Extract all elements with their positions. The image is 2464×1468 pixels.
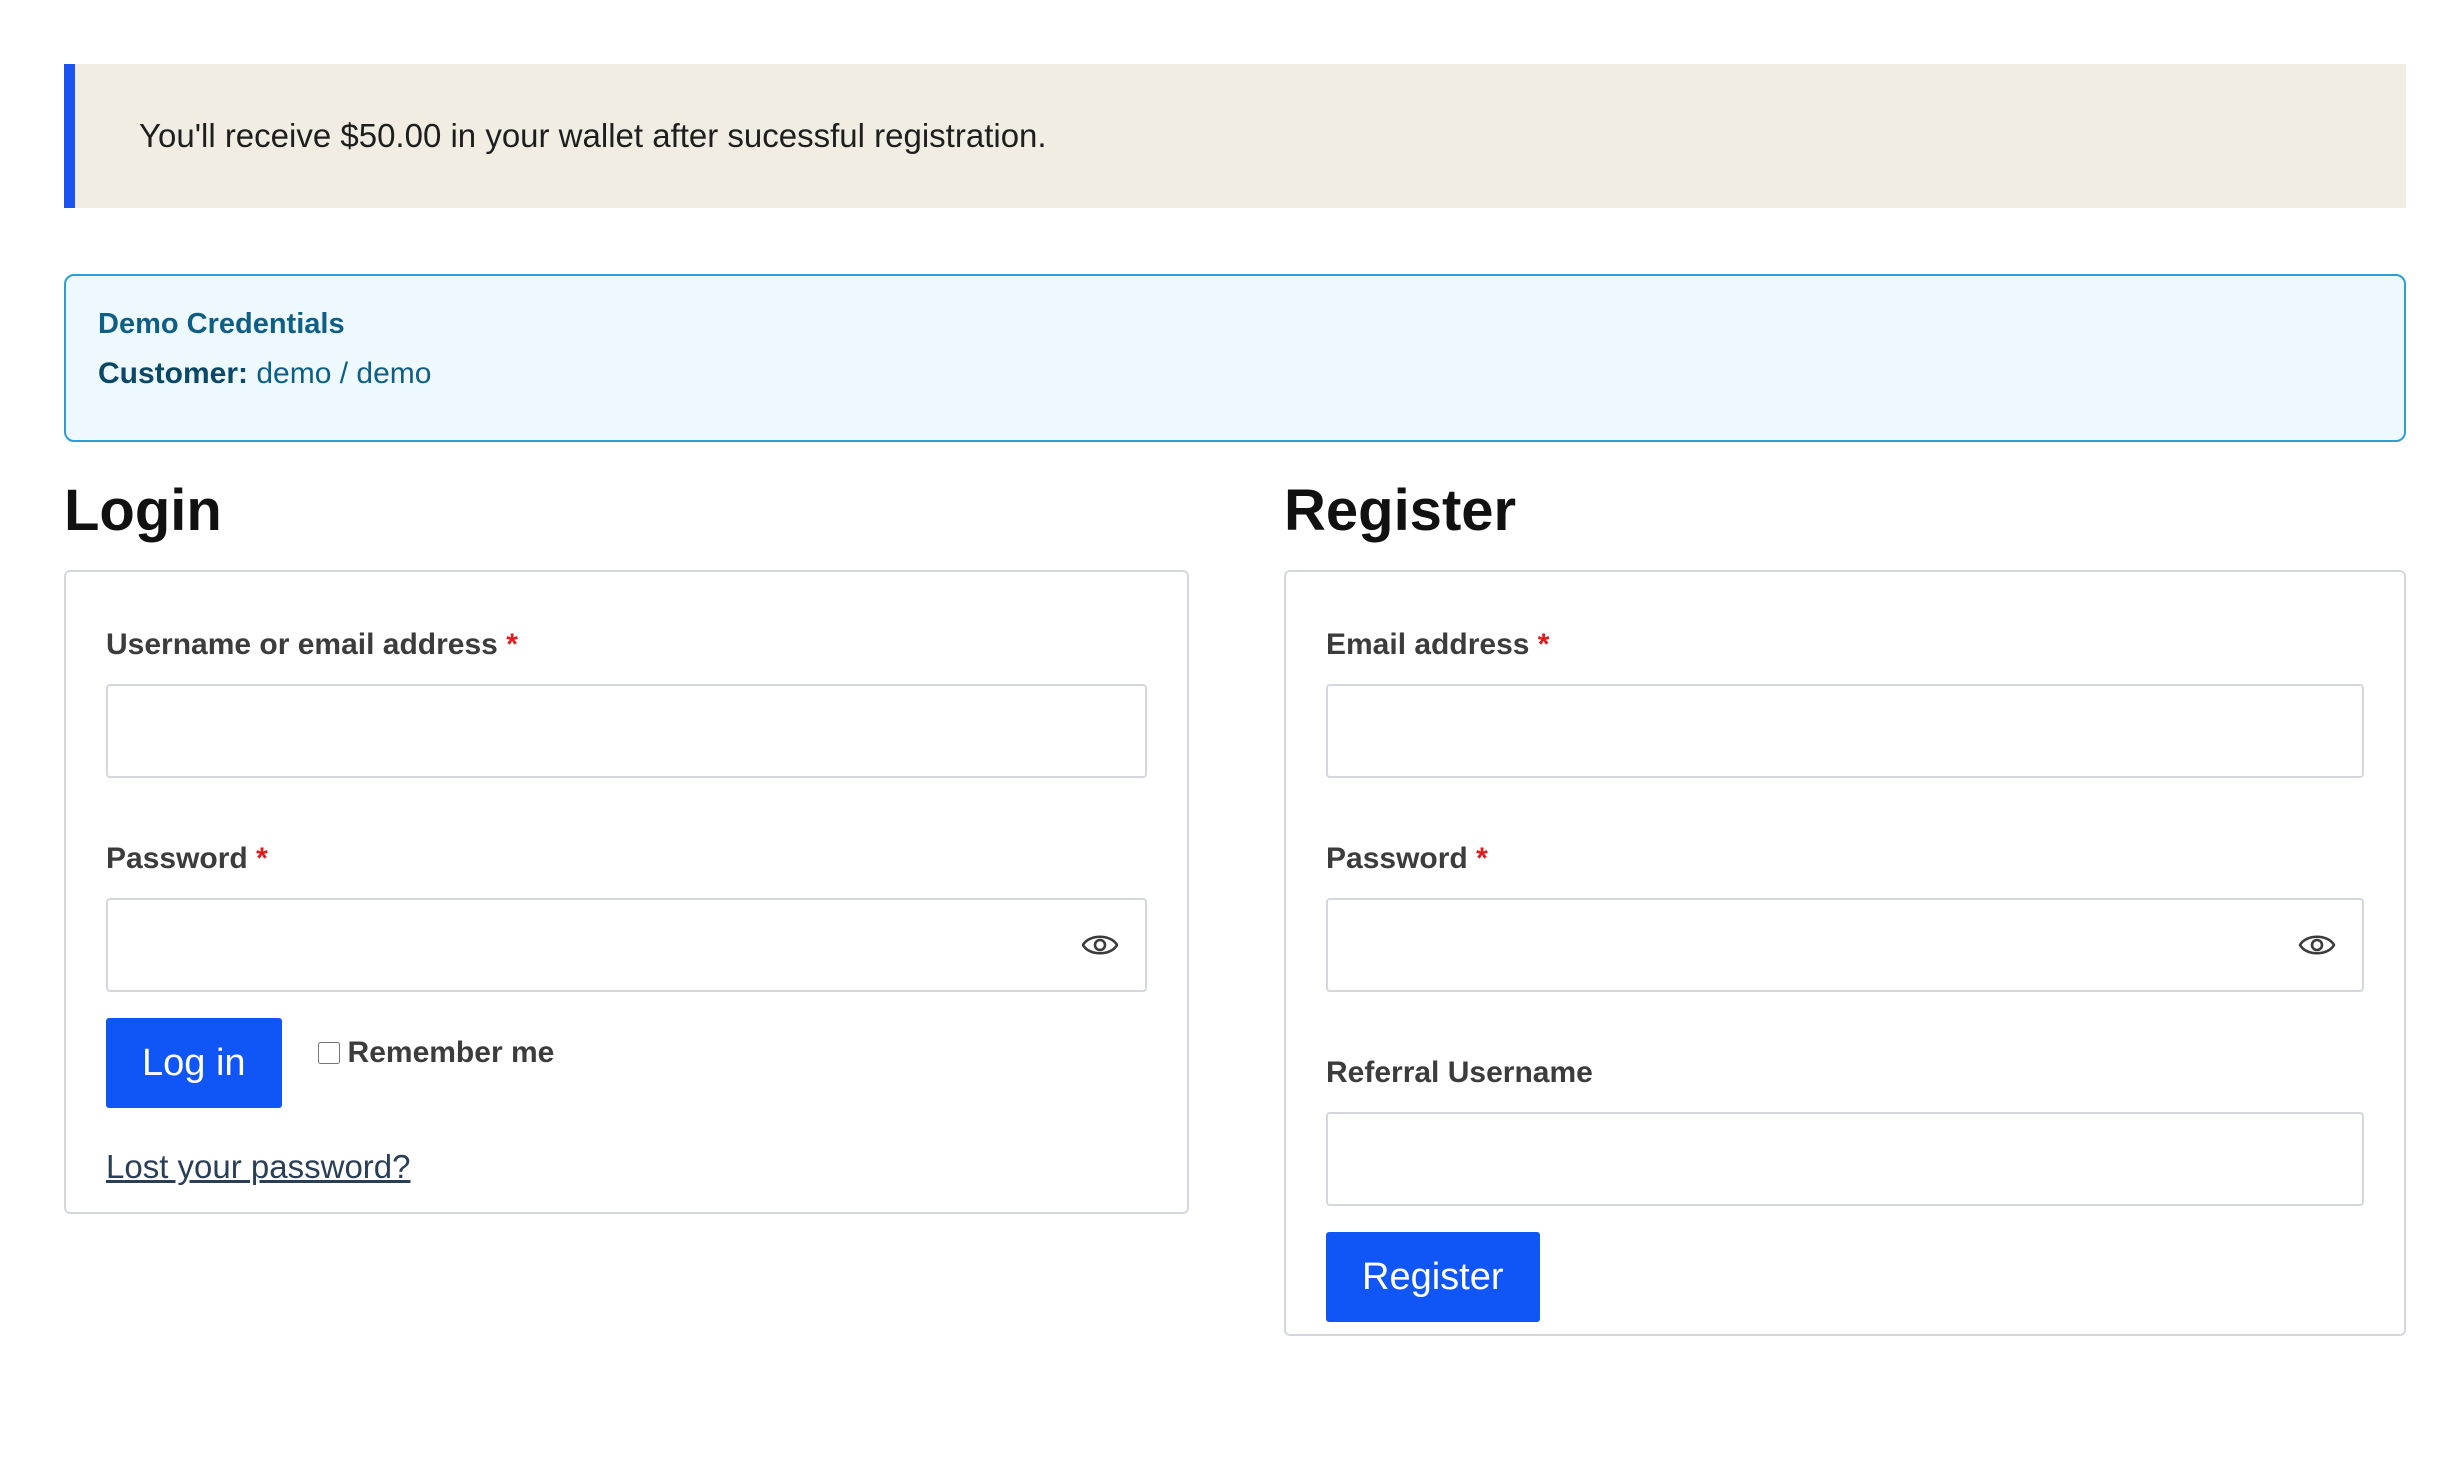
wallet-notice-text: You'll receive $50.00 in your wallet aft… bbox=[139, 117, 1047, 154]
required-mark: * bbox=[506, 628, 518, 661]
demo-customer-label: Customer: bbox=[98, 357, 249, 390]
username-label: Username or email address * bbox=[106, 630, 1147, 660]
login-column: Login Username or email address * Passwo… bbox=[64, 482, 1189, 1214]
eye-icon[interactable] bbox=[1081, 929, 1119, 961]
email-label-text: Email address bbox=[1326, 628, 1530, 661]
login-password-label: Password * bbox=[106, 844, 1147, 874]
eye-icon[interactable] bbox=[2298, 929, 2336, 961]
register-password-field-wrap bbox=[1326, 898, 2364, 992]
login-password-label-text: Password bbox=[106, 842, 248, 875]
login-title: Login bbox=[64, 478, 222, 543]
register-password-input[interactable] bbox=[1328, 900, 2362, 990]
remember-me[interactable]: Remember me bbox=[317, 1036, 555, 1070]
remember-me-label: Remember me bbox=[347, 1036, 555, 1069]
login-button[interactable]: Log in bbox=[106, 1018, 282, 1108]
lost-password-link[interactable]: Lost your password? bbox=[106, 1148, 411, 1186]
demo-credentials-box: Demo Credentials Customer: demo / demo bbox=[64, 274, 2406, 442]
login-actions: Log in Remember me bbox=[106, 1018, 1147, 1108]
login-password-input[interactable] bbox=[108, 900, 1145, 990]
register-form: Email address * Password * Referral User… bbox=[1284, 570, 2406, 1336]
auth-columns: Login Username or email address * Passwo… bbox=[64, 482, 2406, 1382]
login-password-field-wrap bbox=[106, 898, 1147, 992]
remember-me-checkbox[interactable] bbox=[317, 1042, 340, 1064]
referral-field-wrap bbox=[1326, 1112, 2364, 1206]
email-label: Email address * bbox=[1326, 630, 2364, 660]
register-button[interactable]: Register bbox=[1326, 1232, 1540, 1322]
username-label-text: Username or email address bbox=[106, 628, 498, 661]
login-form: Username or email address * Password * L… bbox=[64, 570, 1189, 1214]
register-title: Register bbox=[1284, 478, 1517, 543]
username-field-wrap bbox=[106, 684, 1147, 778]
required-mark: * bbox=[1537, 628, 1550, 661]
wallet-notice: You'll receive $50.00 in your wallet aft… bbox=[64, 64, 2406, 208]
demo-customer-value: demo / demo bbox=[256, 357, 432, 390]
register-password-label: Password * bbox=[1326, 844, 2364, 874]
required-mark: * bbox=[1476, 842, 1488, 875]
username-input[interactable] bbox=[108, 686, 1145, 776]
page: You'll receive $50.00 in your wallet aft… bbox=[64, 64, 2406, 1382]
demo-customer-line: Customer: demo / demo bbox=[98, 359, 2372, 389]
register-password-label-text: Password bbox=[1326, 842, 1468, 875]
referral-input[interactable] bbox=[1328, 1114, 2362, 1204]
register-column: Register Email address * Password * Refe… bbox=[1284, 482, 2406, 1336]
referral-label: Referral Username bbox=[1326, 1056, 1593, 1089]
required-mark: * bbox=[256, 842, 268, 875]
email-field-wrap bbox=[1326, 684, 2364, 778]
demo-credentials-title: Demo Credentials bbox=[98, 308, 345, 340]
email-input[interactable] bbox=[1328, 686, 2362, 776]
